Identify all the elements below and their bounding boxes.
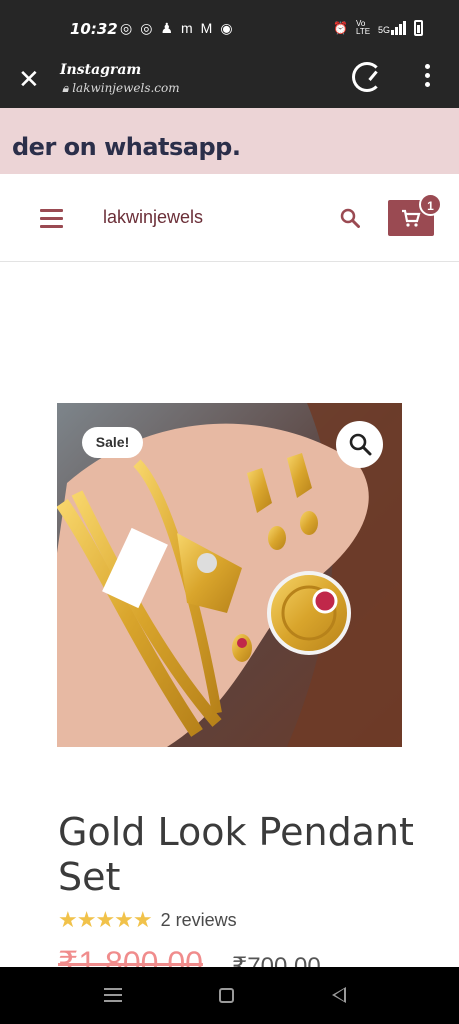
system-nav-bar <box>0 967 459 1024</box>
back-icon[interactable] <box>332 987 346 1003</box>
cart-count-badge: 1 <box>419 193 442 216</box>
instagram-icon: ◎ <box>140 20 153 36</box>
home-icon[interactable] <box>219 988 234 1003</box>
star-rating-icon: ★★★★★ <box>58 907 153 932</box>
5g-signal-icon: 5G <box>378 21 406 35</box>
zoom-button[interactable] <box>336 421 383 468</box>
m-icon: m <box>181 20 193 36</box>
site-header: lakwinjewels 1 <box>0 174 459 262</box>
battery-icon <box>414 20 423 36</box>
status-time: 10:32 <box>70 20 118 38</box>
product-rating[interactable]: ★★★★★ 2 reviews <box>58 907 237 933</box>
magnifier-icon <box>349 433 372 456</box>
announcement-banner[interactable]: der on whatsapp. <box>0 108 459 174</box>
product-title: Gold Look Pendant Set <box>58 810 414 899</box>
sale-badge: Sale! <box>82 427 143 458</box>
lock-icon: 🔒︎ <box>62 81 73 95</box>
contacts-icon: ♟ <box>160 20 173 36</box>
cart-icon <box>402 209 421 227</box>
banner-text: der on whatsapp. <box>12 133 241 161</box>
status-bar: 10:32 ◎ ◎ ♟ m M ◉ ⏰ Vo LTE 5G <box>0 0 459 54</box>
instagram-icon: ◎ <box>120 20 133 36</box>
speed-icon[interactable] <box>352 62 382 92</box>
url-text: lakwinjewels.com <box>72 81 180 95</box>
network-type-label: 5G <box>377 25 390 35</box>
menu-icon[interactable] <box>40 209 63 233</box>
site-name[interactable]: lakwinjewels <box>103 207 203 228</box>
in-app-browser-bar: ✕ Instagram 🔒︎ lakwinjewels.com <box>0 54 459 108</box>
reviews-link[interactable]: 2 reviews <box>161 910 237 931</box>
recent-apps-icon[interactable] <box>104 988 122 1006</box>
chrome-icon: ◉ <box>220 20 233 36</box>
close-icon[interactable]: ✕ <box>18 64 40 95</box>
search-icon[interactable] <box>340 208 360 228</box>
volte-icon: Vo LTE <box>355 19 371 36</box>
notification-icons: ◎ ◎ ♟ m M ◉ <box>120 20 233 37</box>
browser-title: Instagram <box>60 62 142 78</box>
alarm-icon: ⏰ <box>333 21 348 35</box>
m-icon: M <box>200 20 213 36</box>
system-icons: ⏰ Vo LTE 5G <box>333 20 423 36</box>
more-options-icon[interactable] <box>425 64 431 91</box>
browser-url: 🔒︎ lakwinjewels.com <box>62 81 180 96</box>
